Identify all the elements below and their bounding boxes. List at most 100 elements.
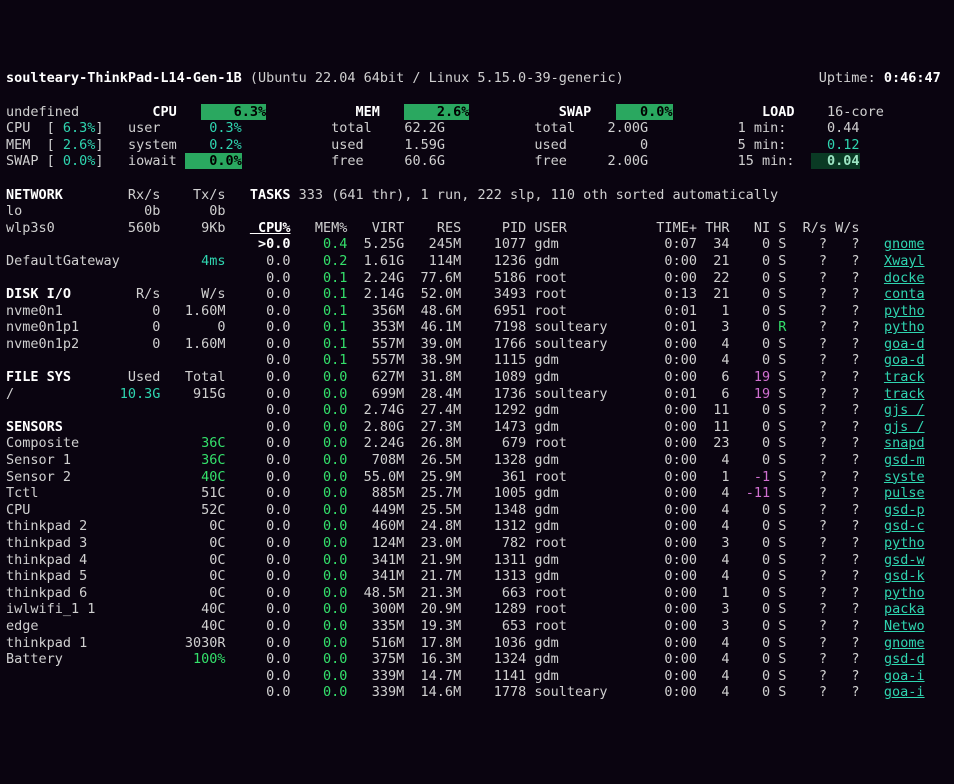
p-user: gdm [534, 253, 623, 269]
p-user: root [534, 535, 623, 551]
p-cpu: 0.0 [250, 270, 291, 286]
p-cmd[interactable]: gnome [884, 236, 925, 252]
mini-cpu-val: 6.3% [55, 120, 96, 136]
p-cmd[interactable]: pulse [884, 485, 925, 501]
mem-bar: 2.6% [404, 104, 469, 120]
col-ni[interactable]: NI [729, 220, 770, 236]
p-cmd[interactable]: pytho [884, 303, 925, 319]
p-cpu: 0.0 [250, 402, 291, 418]
p-thr: 4 [697, 635, 730, 651]
p-mem: 0.0 [291, 618, 348, 634]
p-thr: 4 [697, 651, 730, 667]
p-cmd[interactable]: gsd-c [884, 518, 925, 534]
p-mem: 0.0 [291, 585, 348, 601]
p-ni: 0 [729, 452, 770, 468]
sensors-title: SENSORS [6, 419, 225, 435]
p-ni: 0 [729, 435, 770, 451]
p-cpu: 0.0 [250, 585, 291, 601]
p-cmd[interactable]: Xwayl [884, 253, 925, 269]
p-time: 0:00 [624, 601, 697, 617]
p-cmd[interactable]: pytho [884, 585, 925, 601]
p-cmd[interactable]: goa-i [884, 684, 925, 700]
p-time: 0:00 [624, 618, 697, 634]
p-cmd[interactable]: gsd-d [884, 651, 925, 667]
p-cmd[interactable]: gjs / [884, 402, 925, 418]
p-cpu: 0.0 [250, 352, 291, 368]
p-cmd[interactable]: packa [884, 601, 925, 617]
p-cpu: 0.0 [250, 668, 291, 684]
p-cmd[interactable]: conta [884, 286, 925, 302]
p-user: soulteary [534, 386, 623, 402]
p-pid: 1328 [461, 452, 526, 468]
p-cmd[interactable]: snapd [884, 435, 925, 451]
p-pid: 7198 [461, 319, 526, 335]
mem-used-label: used [331, 137, 396, 153]
p-ws: ? [827, 469, 860, 485]
p-ws: ? [827, 502, 860, 518]
p-ni: 19 [729, 386, 770, 402]
p-cmd[interactable]: goa-i [884, 668, 925, 684]
p-cmd[interactable]: gsd-p [884, 502, 925, 518]
p-rs: ? [786, 684, 827, 700]
p-rs: ? [786, 319, 827, 335]
load-cores: 16-core [819, 104, 884, 120]
p-cmd[interactable]: docke [884, 270, 925, 286]
p-cmd[interactable]: syste [884, 469, 925, 485]
p-cmd[interactable]: gsd-w [884, 552, 925, 568]
p-thr: 4 [697, 485, 730, 501]
p-thr: 34 [697, 236, 730, 252]
p-virt: 2.74G [347, 402, 404, 418]
col-time[interactable]: TIME+ [624, 220, 697, 236]
swap-total: 2.00G [599, 120, 648, 136]
p-thr: 11 [697, 419, 730, 435]
p-cmd[interactable]: pytho [884, 535, 925, 551]
col-pid[interactable]: PID [461, 220, 526, 236]
p-ws: ? [827, 303, 860, 319]
p-cmd[interactable]: gsd-k [884, 568, 925, 584]
p-ws: ? [827, 518, 860, 534]
col-res[interactable]: RES [404, 220, 461, 236]
p-cmd[interactable]: track [884, 369, 925, 385]
p-mem: 0.1 [290, 352, 347, 368]
p-virt: 124M [347, 535, 404, 551]
p-cmd[interactable]: track [884, 386, 925, 402]
p-cpu: >0.0 [250, 236, 291, 252]
col-user[interactable]: USER [534, 220, 623, 236]
glances-terminal[interactable]: soulteary-ThinkPad-L14-Gen-1B (Ubuntu 22… [6, 70, 948, 701]
uptime: 0:46:47 [884, 70, 941, 86]
p-thr: 4 [697, 684, 730, 700]
p-cpu: 0.0 [250, 386, 291, 402]
p-user: gdm [534, 651, 623, 667]
p-cmd[interactable]: goa-d [884, 336, 925, 352]
p-time: 0:00 [624, 419, 697, 435]
p-time: 0:00 [624, 402, 697, 418]
network-title: NETWORK [6, 187, 95, 203]
fs-total: 915G [160, 386, 225, 402]
col-mem[interactable]: MEM% [291, 220, 348, 236]
p-cmd[interactable]: pytho [884, 319, 925, 335]
sensor-val: 0C [160, 585, 225, 601]
p-virt: 708M [347, 452, 404, 468]
p-cpu: 0.0 [250, 419, 291, 435]
p-pid: 5186 [461, 270, 526, 286]
p-virt: 516M [347, 635, 404, 651]
hostname: soulteary-ThinkPad-L14-Gen-1B [6, 70, 242, 86]
col-thr[interactable]: THR [697, 220, 730, 236]
sensor-val: 36C [160, 452, 225, 468]
net-rx: 560b [95, 220, 160, 236]
p-cmd[interactable]: gsd-m [884, 452, 925, 468]
disk-r: 0 [95, 336, 160, 352]
col-ws[interactable]: W/s [827, 220, 860, 236]
p-thr: 21 [697, 286, 730, 302]
col-rs[interactable]: R/s [786, 220, 827, 236]
p-cmd[interactable]: Netwo [884, 618, 925, 634]
col-cpu[interactable]: CPU% [250, 220, 291, 236]
load1: 0.44 [803, 120, 860, 136]
p-cmd[interactable]: gnome [884, 635, 925, 651]
col-virt[interactable]: VIRT [347, 220, 404, 236]
p-cmd[interactable]: goa-d [884, 352, 925, 368]
p-ni: 0 [729, 286, 770, 302]
p-res: 38.9M [404, 352, 461, 368]
disk-dev: nvme0n1p2 [6, 336, 95, 352]
p-cmd[interactable]: gjs / [884, 419, 925, 435]
